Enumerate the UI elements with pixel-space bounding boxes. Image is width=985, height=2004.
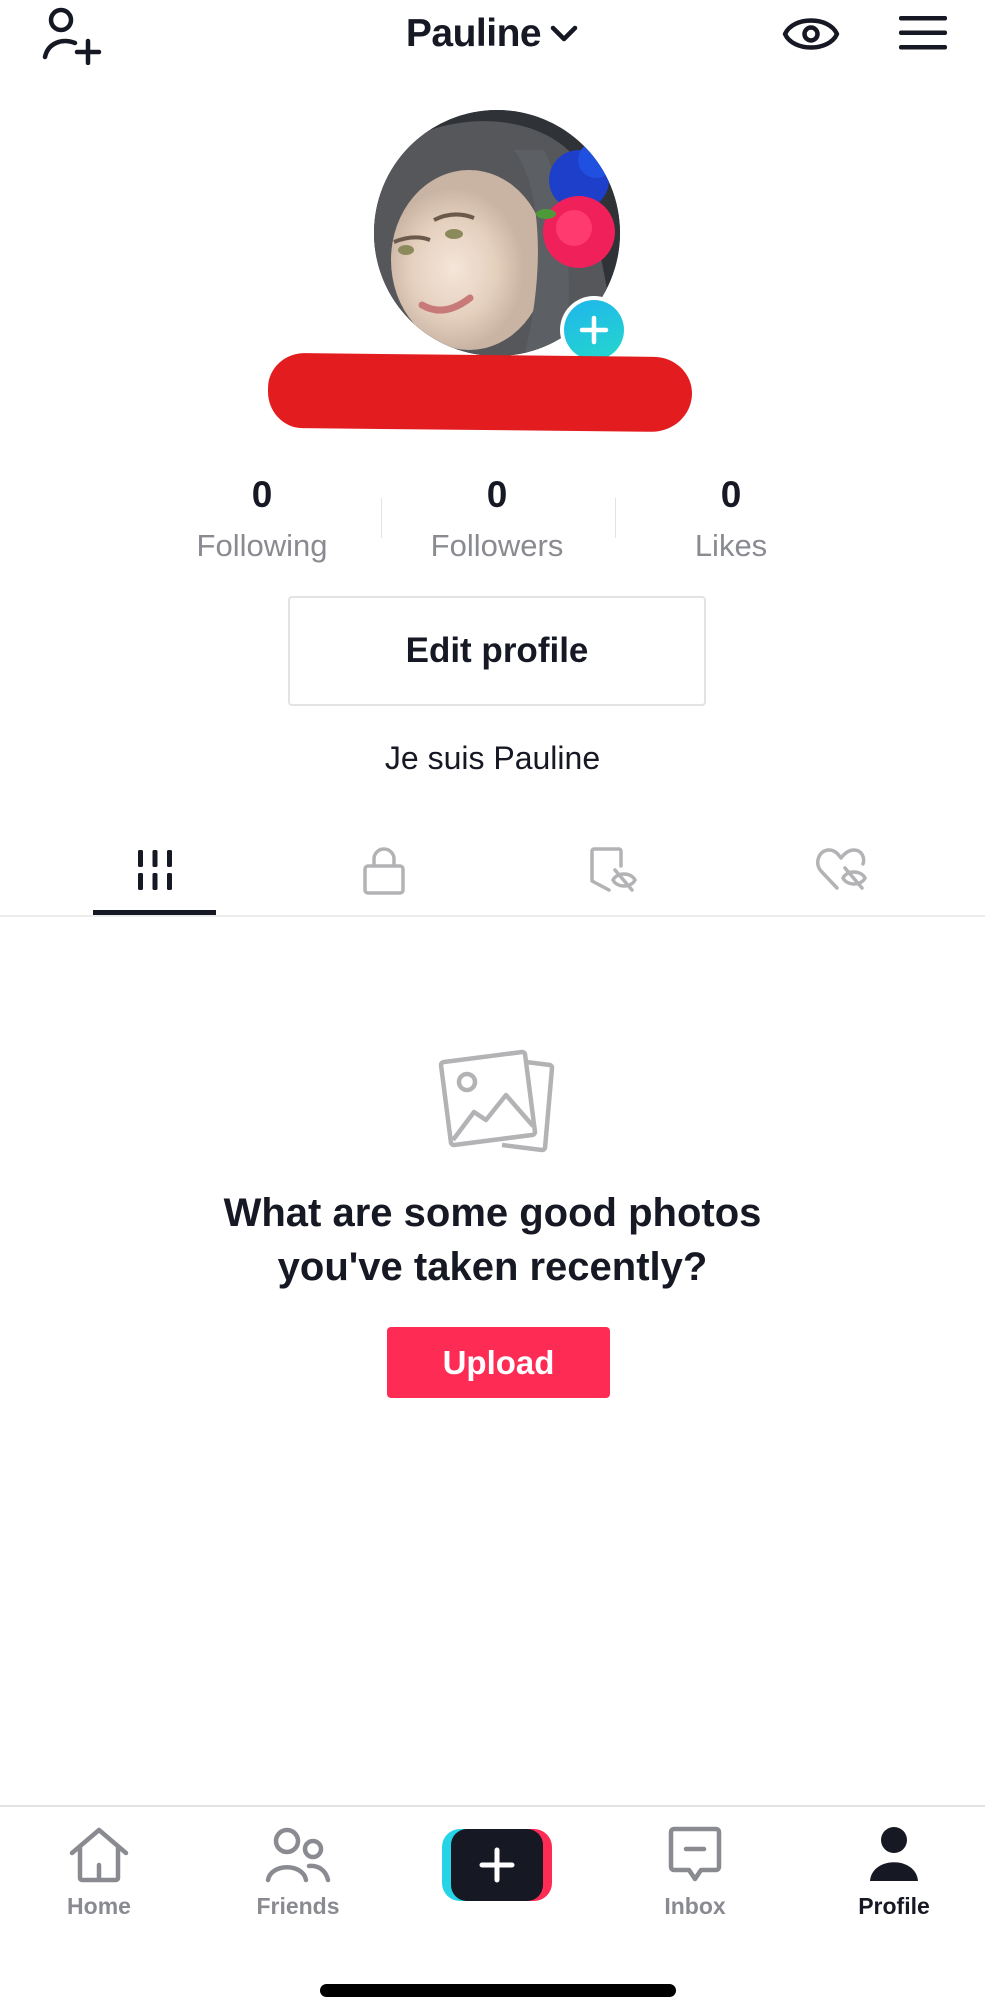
bookmark-hidden-icon [589,847,637,892]
hamburger-menu-icon [899,16,947,50]
profile-icon [870,1827,918,1881]
heading-line-2: you've taken recently? [277,1245,708,1289]
nav-inbox[interactable]: Inbox [596,1823,794,1933]
nav-friends-label: Friends [256,1893,340,1919]
bottom-nav: Home Friends Inbox Profile [0,1805,985,2004]
photos-icon [432,1048,562,1154]
tab-divider [0,915,985,917]
followers-count: 0 [486,474,508,515]
username-redaction [267,352,693,433]
grid-icon [137,850,172,890]
edit-profile-button[interactable]: Edit profile [288,596,706,706]
menu-button[interactable] [894,10,952,56]
following-label: Following [196,528,328,563]
nav-home-label: Home [67,1893,131,1919]
upload-button[interactable]: Upload [387,1327,610,1398]
followers-label: Followers [430,528,564,563]
likes-label: Likes [694,528,768,563]
stat-following[interactable]: 0 Following [145,470,379,568]
friends-icon [265,1827,331,1883]
nav-profile-label: Profile [858,1893,930,1919]
nav-inbox-label: Inbox [664,1893,726,1919]
bio-text: Je suis Pauline [384,740,601,776]
tab-posts[interactable] [40,826,269,914]
nav-profile[interactable]: Profile [795,1823,985,1933]
likes-count: 0 [720,474,742,515]
heart-hidden-icon [815,848,867,890]
stat-likes[interactable]: 0 Likes [614,470,848,568]
chevron-down-icon [550,25,578,42]
nav-create-button[interactable] [442,1829,552,1901]
tab-liked[interactable] [727,826,956,914]
tab-private[interactable] [269,826,498,914]
profile-views-button[interactable] [778,8,844,60]
plus-icon [579,315,609,345]
eye-icon [782,18,840,50]
nav-friends[interactable]: Friends [199,1823,397,1933]
tab-favorites[interactable] [498,826,727,914]
following-count: 0 [251,474,273,515]
add-avatar-button[interactable] [560,296,628,364]
nav-home[interactable]: Home [0,1823,198,1933]
home-indicator[interactable] [320,1984,676,1997]
inbox-icon [668,1826,722,1882]
page-title: Pauline [405,12,542,55]
home-icon [69,1827,129,1883]
create-plus-icon [479,1847,515,1883]
empty-state-heading: What are some good photos you've taken r… [0,1186,985,1294]
lock-icon [362,847,405,895]
stat-followers[interactable]: 0 Followers [380,470,614,568]
heading-line-1: What are some good photos [223,1191,762,1235]
